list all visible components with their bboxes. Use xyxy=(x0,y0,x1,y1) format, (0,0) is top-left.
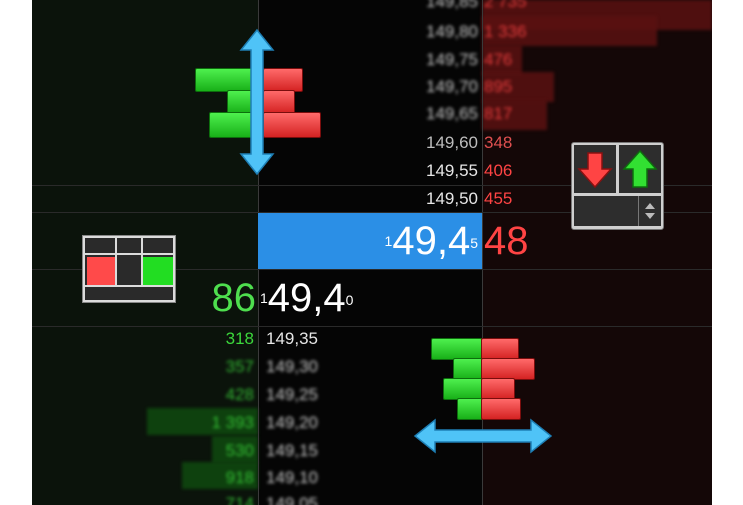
ask-qty-cell: 406 xyxy=(484,161,513,180)
sort-select[interactable] xyxy=(574,196,661,226)
bid-qty-cell: 428 xyxy=(225,385,254,404)
sort-down-button[interactable] xyxy=(574,145,616,193)
bid-qty-cell: 318 xyxy=(225,329,254,348)
price-cell: 149,10 xyxy=(266,468,318,487)
bid-qty-cell: 357 xyxy=(225,357,254,376)
bid-qty-cell: 918 xyxy=(225,468,254,487)
ask-qty-cell: 895 xyxy=(484,77,513,96)
vertical-resize-icon xyxy=(195,28,323,178)
ask-qty-cell: 817 xyxy=(484,104,513,123)
bid-qty-cell: 1 393 xyxy=(211,413,254,432)
ask-qty-cell: 348 xyxy=(484,133,513,152)
ask-qty-cell: 476 xyxy=(484,50,513,69)
ask-qty-cell: 1 336 xyxy=(484,22,527,41)
ask-qty-cell: 2 735 xyxy=(484,0,527,11)
sort-up-button[interactable] xyxy=(619,145,661,193)
bid-qty-cell: 714 xyxy=(225,494,254,505)
sort-direction-control[interactable] xyxy=(571,142,664,230)
arrow-up-icon xyxy=(622,149,658,188)
ask-qty-cell: 455 xyxy=(484,189,513,208)
price-cell: 149,50 xyxy=(426,189,478,208)
bid-qty-cell: 530 xyxy=(225,441,254,460)
best-ask-price: 149,45 xyxy=(384,219,478,263)
best-bid-price: 149,40 xyxy=(260,276,354,320)
price-cell: 149,85 xyxy=(426,0,478,11)
layout-grid-icon xyxy=(82,235,176,303)
arrow-down-icon xyxy=(577,152,613,189)
horizontal-resize-icon xyxy=(413,336,553,458)
best-ask-qty: 48 xyxy=(484,219,529,263)
up-down-arrows-icon xyxy=(645,203,655,219)
price-cell: 149,05 xyxy=(266,494,318,505)
